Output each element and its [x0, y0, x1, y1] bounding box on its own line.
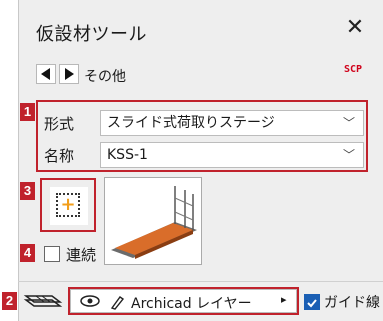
submenu-arrow-icon[interactable]: ▸	[281, 293, 287, 306]
callout-1: 1	[20, 103, 35, 121]
chevron-down-icon: ﹀	[342, 148, 355, 162]
preview-thumbnail[interactable]	[104, 177, 202, 265]
type-select[interactable]: スライド式荷取りステージ ﹀	[100, 110, 364, 136]
type-value: スライド式荷取りステージ	[107, 115, 275, 131]
continuous-checkbox[interactable]	[44, 246, 60, 262]
callout-4: 4	[20, 244, 35, 262]
prev-button[interactable]	[36, 64, 56, 84]
chevron-down-icon: ﹀	[342, 116, 355, 130]
stage-preview-image	[111, 186, 197, 259]
layers-icon[interactable]	[22, 290, 64, 312]
callout-2: 2	[2, 292, 17, 310]
next-button[interactable]	[59, 64, 79, 84]
divider	[18, 281, 383, 282]
add-button[interactable]: +	[50, 187, 88, 225]
guide-line-label: ガイド線	[324, 295, 380, 311]
close-icon[interactable]: ✕	[343, 16, 367, 40]
name-value: KSS-1	[107, 147, 148, 163]
name-label: 名称	[44, 147, 75, 165]
layer-name: Archicad レイヤー	[131, 296, 252, 312]
triangle-left-icon	[41, 68, 50, 80]
layer-selector[interactable]: Archicad レイヤー ▸	[70, 289, 297, 313]
name-select[interactable]: KSS-1 ﹀	[100, 142, 364, 168]
continuous-label: 連続	[66, 246, 97, 264]
checkmark-icon	[307, 299, 317, 308]
guide-line-checkbox[interactable]	[304, 294, 320, 310]
type-label: 形式	[44, 115, 75, 133]
pen-icon[interactable]	[109, 294, 125, 310]
breadcrumb: その他	[84, 69, 126, 85]
eye-icon[interactable]	[79, 294, 101, 308]
window-title: 仮設材ツール	[36, 24, 147, 45]
callout-3: 3	[20, 182, 35, 200]
triangle-right-icon	[65, 68, 74, 80]
add-dotted-icon: +	[56, 193, 80, 217]
scp-badge[interactable]: SCP	[344, 64, 362, 75]
